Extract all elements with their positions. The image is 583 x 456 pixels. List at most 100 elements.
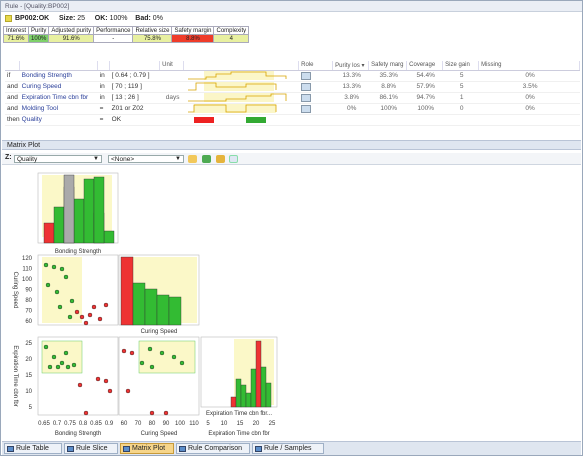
rule-range: [ 70 ; 119 ] <box>109 81 160 93</box>
tab-label: Rule Table <box>16 445 49 452</box>
z-select-value: Quality <box>17 156 38 163</box>
safety-margin-header[interactable]: Safety marg <box>368 61 408 71</box>
size-gain-header[interactable]: Size gain <box>442 61 480 71</box>
role-icon[interactable] <box>300 82 311 91</box>
tab-rule-slice[interactable]: Rule Slice <box>64 443 118 454</box>
scatter-point <box>59 360 65 366</box>
histogram-bar <box>53 206 65 244</box>
tab-rule-samples[interactable]: Rule / Samples <box>252 443 324 454</box>
metric-value: 91.6% <box>48 34 95 43</box>
histogram-bar <box>43 222 55 244</box>
role-cell[interactable] <box>298 114 333 126</box>
matrix-plot[interactable]: Bonding Strength Curing Speed Expiration T… <box>2 167 581 439</box>
tab-rule-comparison[interactable]: Rule Comparison <box>176 443 250 454</box>
y-tick-label: 70 <box>25 309 32 315</box>
rule-coverage: 94.7% <box>406 92 443 104</box>
scatter-point <box>179 360 185 366</box>
rule-id: BP002:OK <box>15 15 50 22</box>
comparison-icon <box>179 446 186 452</box>
diag-label-curing-speed: Curing Speed <box>141 329 178 335</box>
rule-row[interactable]: if Bonding Strength in[ 0.64 ; 0.79 ] 13.3%… <box>5 70 580 82</box>
histogram-bar <box>120 256 134 326</box>
scatter-point <box>54 289 60 295</box>
rule-row[interactable]: and Molding Tool = Z01 or Z02 0% 100% 100% 0 0% <box>5 103 580 115</box>
rule-row[interactable]: then Quality = OK <box>5 114 580 126</box>
settings-icon[interactable] <box>216 155 225 163</box>
role-icon[interactable] <box>300 93 311 102</box>
role-header[interactable]: Role <box>298 61 334 71</box>
bad-label: Bad: <box>135 15 151 22</box>
size-value: 25 <box>77 15 86 22</box>
matrix-plot-section-title: Matrix Plot <box>2 140 581 150</box>
rule-row[interactable]: and Curing Speed in[ 70 ; 119 ] 13.3% 8.8% 57… <box>5 81 580 93</box>
purity-loss-header[interactable]: Purity los ▾ <box>332 61 370 71</box>
rule-missing: 0% <box>478 70 580 82</box>
y-tick-label: 5 <box>29 405 33 411</box>
scatter-point <box>59 266 65 272</box>
scatter-point <box>63 274 69 280</box>
rule-var[interactable]: Molding Tool <box>19 103 98 115</box>
rule-var[interactable]: Bonding Strength <box>19 70 98 82</box>
rule-var[interactable]: Curing Speed <box>19 81 98 93</box>
metric-value: 75.8% <box>132 34 173 43</box>
role-icon[interactable] <box>300 104 311 113</box>
outcome-segment <box>245 117 266 123</box>
scatter-point <box>83 410 89 416</box>
color-wheel-icon[interactable] <box>202 155 211 163</box>
x-tick-label: 0.8 <box>79 421 88 427</box>
rule-var[interactable]: Quality <box>19 114 98 126</box>
x-tick-label: 0.85 <box>90 421 102 427</box>
histogram-bar <box>103 230 115 244</box>
distribution-sparkline <box>187 82 277 91</box>
metrics-table: Interest Purity Adjusted purity Performance… <box>2 26 250 43</box>
metric-header: Interest <box>2 26 30 35</box>
rule-gain: 1 <box>442 92 479 104</box>
x-tick-label: 15 <box>237 421 244 427</box>
histogram-bar <box>255 340 262 408</box>
rule-distribution <box>183 114 299 126</box>
scatter-point <box>51 264 57 270</box>
rule-op: in <box>97 92 110 104</box>
missing-header[interactable]: Missing <box>478 61 580 71</box>
scatter-point <box>67 314 73 320</box>
section-title-text: Matrix Plot <box>7 142 41 149</box>
color-select[interactable]: <None> ▼ <box>108 155 184 163</box>
role-icon[interactable] <box>300 71 311 80</box>
metric-header: Purity <box>28 26 50 35</box>
rule-range: Z01 or Z02 <box>109 103 160 115</box>
scatter-point <box>159 350 165 356</box>
palette-icon[interactable] <box>188 155 197 163</box>
role-cell[interactable] <box>298 70 333 82</box>
rule-coverage: 100% <box>406 103 443 115</box>
scatter-point <box>69 298 75 304</box>
rule-row[interactable]: and Expiration Time cbn fbr in[ 13 ; 26 ] d… <box>5 92 580 104</box>
tab-matrix-plot[interactable]: Matrix Plot <box>120 443 174 454</box>
x-tick-label: 25 <box>269 421 276 427</box>
rule-range: OK <box>109 114 160 126</box>
tab-rule-table[interactable]: Rule Table <box>4 443 62 454</box>
scatter-point <box>63 350 69 356</box>
y-tick-label: 15 <box>25 373 32 379</box>
rule-var[interactable]: Expiration Time cbn fbr <box>19 92 98 104</box>
rules-table: Unit Role Purity los ▾ Safety marg Cover… <box>5 61 580 126</box>
rule-range: [ 0.64 ; 0.79 ] <box>109 70 160 82</box>
rule-window: Rule - [Quality:BP002] BP002:OK Size: 25… <box>0 0 583 456</box>
samples-icon <box>255 446 262 452</box>
z-select[interactable]: Quality ▼ <box>14 155 102 163</box>
role-cell[interactable] <box>298 103 333 115</box>
role-cell[interactable] <box>298 81 333 93</box>
rule-gain: 5 <box>442 70 479 82</box>
y-tick-label: 90 <box>25 288 32 294</box>
x-axis-label-expiration-time: Expiration Time cbn fbr <box>208 431 269 437</box>
scatter-point <box>43 262 49 268</box>
metric-value: - <box>93 34 134 43</box>
role-cell[interactable] <box>298 92 333 104</box>
rule-coverage: 54.4% <box>406 70 443 82</box>
matrix-plot-canvas: Bonding Strength Curing Speed Expiration T… <box>12 172 278 437</box>
x-tick-label: 0.7 <box>53 421 62 427</box>
color-select-value: <None> <box>111 156 135 163</box>
y-axis-label-expiration-time: Expiration Time cbn fbr <box>12 345 18 406</box>
export-icon[interactable] <box>229 155 238 163</box>
scatter-point <box>163 410 169 416</box>
coverage-header[interactable]: Coverage <box>406 61 444 71</box>
